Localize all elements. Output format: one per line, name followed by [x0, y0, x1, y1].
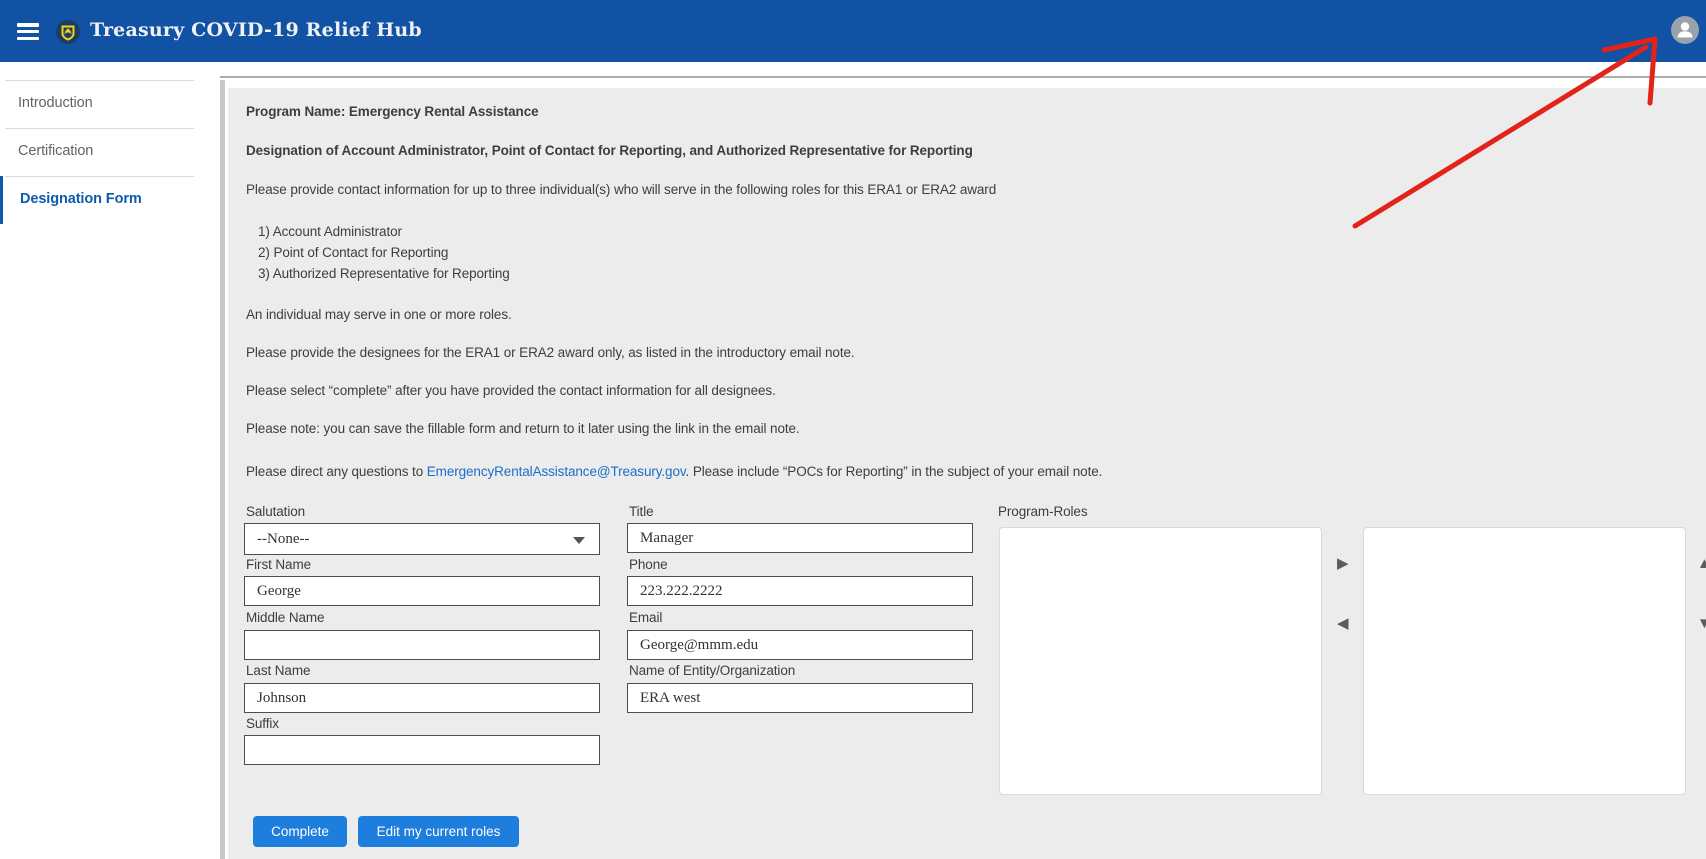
move-left-icon[interactable]: ◀	[1337, 616, 1349, 631]
title-input[interactable]	[627, 523, 973, 553]
menu-icon[interactable]	[17, 23, 39, 40]
designation-heading-text: Designation of Account Administrator, Po…	[246, 142, 973, 159]
sidebar-item-designation-form[interactable]: Designation Form	[0, 176, 220, 224]
one-or-more-text: An individual may serve in one or more r…	[246, 306, 512, 323]
select-complete-text: Please select “complete” after you have …	[246, 382, 776, 399]
move-up-icon[interactable]: ▲	[1697, 556, 1706, 571]
last-name-input[interactable]	[244, 683, 600, 713]
email-label: Email	[629, 610, 662, 625]
program-name-text: Program Name: Emergency Rental Assistanc…	[246, 103, 539, 120]
treasury-logo-icon	[56, 20, 80, 44]
divider	[5, 176, 194, 177]
active-indicator	[0, 176, 3, 224]
last-name-label: Last Name	[246, 663, 310, 678]
sidebar-item-introduction[interactable]: Introduction	[0, 80, 220, 128]
phone-label: Phone	[629, 557, 668, 572]
salutation-label: Salutation	[246, 504, 305, 519]
app-header: Treasury COVID-19 Relief Hub	[0, 0, 1706, 62]
complete-button[interactable]: Complete	[253, 816, 347, 847]
support-email-link[interactable]: EmergencyRentalAssistance@Treasury.gov	[427, 464, 686, 479]
first-name-input[interactable]	[244, 576, 600, 606]
move-right-icon[interactable]: ▶	[1337, 556, 1349, 571]
chevron-down-icon	[573, 537, 585, 544]
user-avatar[interactable]	[1671, 16, 1699, 44]
role-item-1: 1) Account Administrator	[258, 221, 510, 242]
program-roles-available-listbox[interactable]	[999, 527, 1322, 795]
entity-label: Name of Entity/Organization	[629, 663, 795, 678]
phone-input[interactable]	[627, 576, 973, 606]
entity-input[interactable]	[627, 683, 973, 713]
divider	[5, 128, 194, 129]
suffix-label: Suffix	[246, 716, 279, 731]
sidebar-item-certification[interactable]: Certification	[0, 128, 220, 176]
title-label: Title	[629, 504, 654, 519]
intro-text: Please provide contact information for u…	[246, 181, 996, 198]
save-note-text: Please note: you can save the fillable f…	[246, 420, 800, 437]
first-name-label: First Name	[246, 557, 311, 572]
content-top-divider	[211, 76, 1706, 78]
salutation-select[interactable]: --None--	[244, 523, 600, 555]
program-roles-selected-listbox[interactable]	[1363, 527, 1686, 795]
questions-text: Please direct any questions to Emergency…	[246, 463, 1102, 480]
divider	[5, 80, 194, 81]
app-title: Treasury COVID-19 Relief Hub	[90, 19, 422, 41]
content-scrollbar[interactable]	[220, 80, 225, 859]
sidebar-nav: Introduction Certification Designation F…	[0, 62, 220, 859]
edit-current-roles-button[interactable]: Edit my current roles	[358, 816, 519, 847]
middle-name-input[interactable]	[244, 630, 600, 660]
middle-name-label: Middle Name	[246, 610, 324, 625]
program-roles-label: Program-Roles	[998, 504, 1087, 519]
role-item-3: 3) Authorized Representative for Reporti…	[258, 263, 510, 284]
move-down-icon[interactable]: ▼	[1697, 616, 1706, 631]
designees-text: Please provide the designees for the ERA…	[246, 344, 855, 361]
header-gap	[0, 62, 1706, 88]
role-item-2: 2) Point of Contact for Reporting	[258, 242, 510, 263]
roles-numbered-list: 1) Account Administrator 2) Point of Con…	[258, 221, 510, 284]
email-input[interactable]	[627, 630, 973, 660]
suffix-input[interactable]	[244, 735, 600, 765]
